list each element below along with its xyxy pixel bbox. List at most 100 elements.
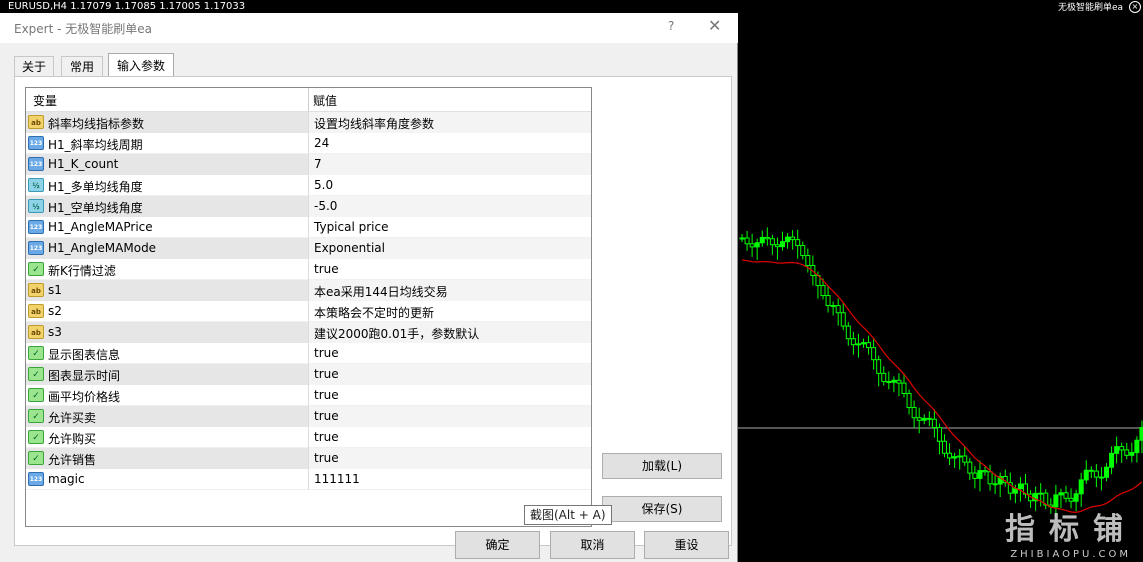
value-cell[interactable]: true (308, 343, 591, 364)
variable-cell[interactable]: ✓ 允许购买 (26, 427, 308, 448)
value-cell[interactable]: -5.0 (308, 196, 591, 217)
value-cell[interactable]: true (308, 427, 591, 448)
column-separator[interactable] (308, 88, 309, 111)
table-row[interactable]: 123 H1_K_count 7 (26, 154, 591, 175)
table-row[interactable]: ✓ 新K行情过滤 true (26, 259, 591, 280)
value-cell[interactable]: 本ea采用144日均线交易 (308, 280, 591, 301)
candle-body (861, 342, 866, 345)
help-button[interactable]: ? (668, 19, 674, 33)
candle-body (744, 237, 750, 245)
variable-cell[interactable]: ab s1 (26, 280, 308, 301)
param-type-bool-icon: ✓ (28, 451, 44, 465)
value-cell[interactable]: Typical price (308, 217, 591, 238)
variable-value: 24 (314, 136, 330, 150)
table-row[interactable]: ✓ 允许买卖 true (26, 406, 591, 427)
close-button[interactable]: ✕ (708, 16, 721, 35)
screenshot-tooltip: 截图(Alt + A) (524, 505, 612, 525)
watermark-url: ZHIBIAOPU.COM (1010, 549, 1131, 560)
variable-name: 斜率均线指标参数 (48, 117, 145, 131)
variable-cell[interactable]: ab s3 (26, 322, 308, 343)
candle-body (739, 237, 745, 240)
table-row[interactable]: ½ H1_多单均线角度 5.0 (26, 175, 591, 196)
table-row[interactable]: 123 H1_AngleMAPrice Typical price (26, 217, 591, 238)
value-cell[interactable]: 5.0 (308, 175, 591, 196)
candle-body (901, 382, 907, 394)
ok-button[interactable]: 确定 (455, 531, 540, 559)
candle-body (1017, 483, 1023, 490)
candle-body (876, 359, 882, 374)
variable-name: H1_K_count (48, 157, 119, 171)
variable-cell[interactable]: ab s2 (26, 301, 308, 322)
variable-cell[interactable]: ✓ 图表显示时间 (26, 364, 308, 385)
table-row[interactable]: ab 斜率均线指标参数 设置均线斜率角度参数 (26, 112, 591, 133)
tab-common[interactable]: 常用 (61, 56, 103, 77)
variable-cell[interactable]: ✓ 新K行情过滤 (26, 259, 308, 280)
variable-cell[interactable]: ✓ 画平均价格线 (26, 385, 308, 406)
variable-cell[interactable]: 123 H1_AngleMAMode (26, 238, 308, 259)
chart-info-bar: EURUSD,H4 1.17079 1.17085 1.17005 1.1703… (0, 0, 1143, 13)
value-cell[interactable]: true (308, 448, 591, 469)
load-button[interactable]: 加载(L) (602, 453, 722, 479)
candle-body (967, 461, 973, 474)
variable-value: true (314, 367, 339, 381)
value-cell[interactable]: true (308, 259, 591, 280)
table-row[interactable]: 123 magic 111111 (26, 469, 591, 490)
candle-body (1063, 492, 1069, 499)
table-row[interactable]: ✓ 显示图表信息 true (26, 343, 591, 364)
table-row[interactable]: ½ H1_空单均线角度 -5.0 (26, 196, 591, 217)
value-cell[interactable]: true (308, 364, 591, 385)
candle-body (1058, 492, 1064, 496)
column-header-variable[interactable]: 变量 (33, 92, 57, 109)
table-row[interactable]: ✓ 图表显示时间 true (26, 364, 591, 385)
table-row[interactable]: ab s2 本策略会不定时的更新 (26, 301, 591, 322)
tab-input-parameters[interactable]: 输入参数 (108, 53, 174, 78)
variable-cell[interactable]: 123 H1_K_count (26, 154, 308, 175)
variable-cell[interactable]: 123 H1_AngleMAPrice (26, 217, 308, 238)
table-row[interactable]: ✓ 允许销售 true (26, 448, 591, 469)
param-type-123-icon: 123 (28, 157, 44, 171)
value-cell[interactable]: 7 (308, 154, 591, 175)
tab-about[interactable]: 关于 (14, 56, 54, 77)
variable-cell[interactable]: ab 斜率均线指标参数 (26, 112, 308, 133)
candle-body (1124, 449, 1130, 456)
variable-cell[interactable]: ✓ 允许买卖 (26, 406, 308, 427)
dialog-title-bar[interactable]: Expert - 无极智能刷单ea ? ✕ (0, 13, 738, 43)
param-type-bool-icon: ✓ (28, 346, 44, 360)
table-row[interactable]: ✓ 画平均价格线 true (26, 385, 591, 406)
variable-cell[interactable]: 123 H1_斜率均线周期 (26, 133, 308, 154)
variable-cell[interactable]: ½ H1_空单均线角度 (26, 196, 308, 217)
variable-cell[interactable]: ½ H1_多单均线角度 (26, 175, 308, 196)
input-parameters-grid[interactable]: 变量 赋值 ab 斜率均线指标参数 设置均线斜率角度参数 123 H1_斜率均线周期 24… (25, 87, 592, 527)
value-cell[interactable]: 建议2000跑0.01手，参数默认 (308, 322, 591, 343)
value-cell[interactable]: 设置均线斜率角度参数 (308, 112, 591, 133)
reset-button[interactable]: 重设 (644, 531, 729, 559)
variable-value: true (314, 388, 339, 402)
param-type-123-icon: 123 (28, 136, 44, 150)
candle-body (1073, 493, 1079, 502)
table-row[interactable]: ✓ 允许购买 true (26, 427, 591, 448)
chart-ea-remove-icon[interactable]: × (1129, 1, 1141, 13)
value-cell[interactable]: Exponential (308, 238, 591, 259)
value-cell[interactable]: true (308, 406, 591, 427)
table-row[interactable]: 123 H1_斜率均线周期 24 (26, 133, 591, 154)
cancel-button[interactable]: 取消 (550, 531, 635, 559)
variable-name: 新K行情过滤 (48, 264, 116, 278)
variable-cell[interactable]: ✓ 允许销售 (26, 448, 308, 469)
value-cell[interactable]: 24 (308, 133, 591, 154)
chart-symbol-quote: EURUSD,H4 1.17079 1.17085 1.17005 1.1703… (8, 1, 246, 12)
save-button[interactable]: 保存(S) (602, 496, 722, 522)
price-chart[interactable]: 指标铺 ZHIBIAOPU.COM (738, 13, 1143, 562)
value-cell[interactable]: 本策略会不定时的更新 (308, 301, 591, 322)
variable-cell[interactable]: ✓ 显示图表信息 (26, 343, 308, 364)
table-row[interactable]: 123 H1_AngleMAMode Exponential (26, 238, 591, 259)
candle-body (1129, 452, 1135, 456)
candle-body (830, 305, 836, 308)
table-row[interactable]: ab s1 本ea采用144日均线交易 (26, 280, 591, 301)
value-cell[interactable]: 111111 (308, 469, 591, 490)
variable-cell[interactable]: 123 magic (26, 469, 308, 490)
variable-name: H1_AngleMAPrice (48, 220, 153, 234)
value-cell[interactable]: true (308, 385, 591, 406)
table-row[interactable]: ab s3 建议2000跑0.01手，参数默认 (26, 322, 591, 343)
column-header-value[interactable]: 赋值 (313, 92, 337, 109)
variable-value: 7 (314, 157, 322, 171)
